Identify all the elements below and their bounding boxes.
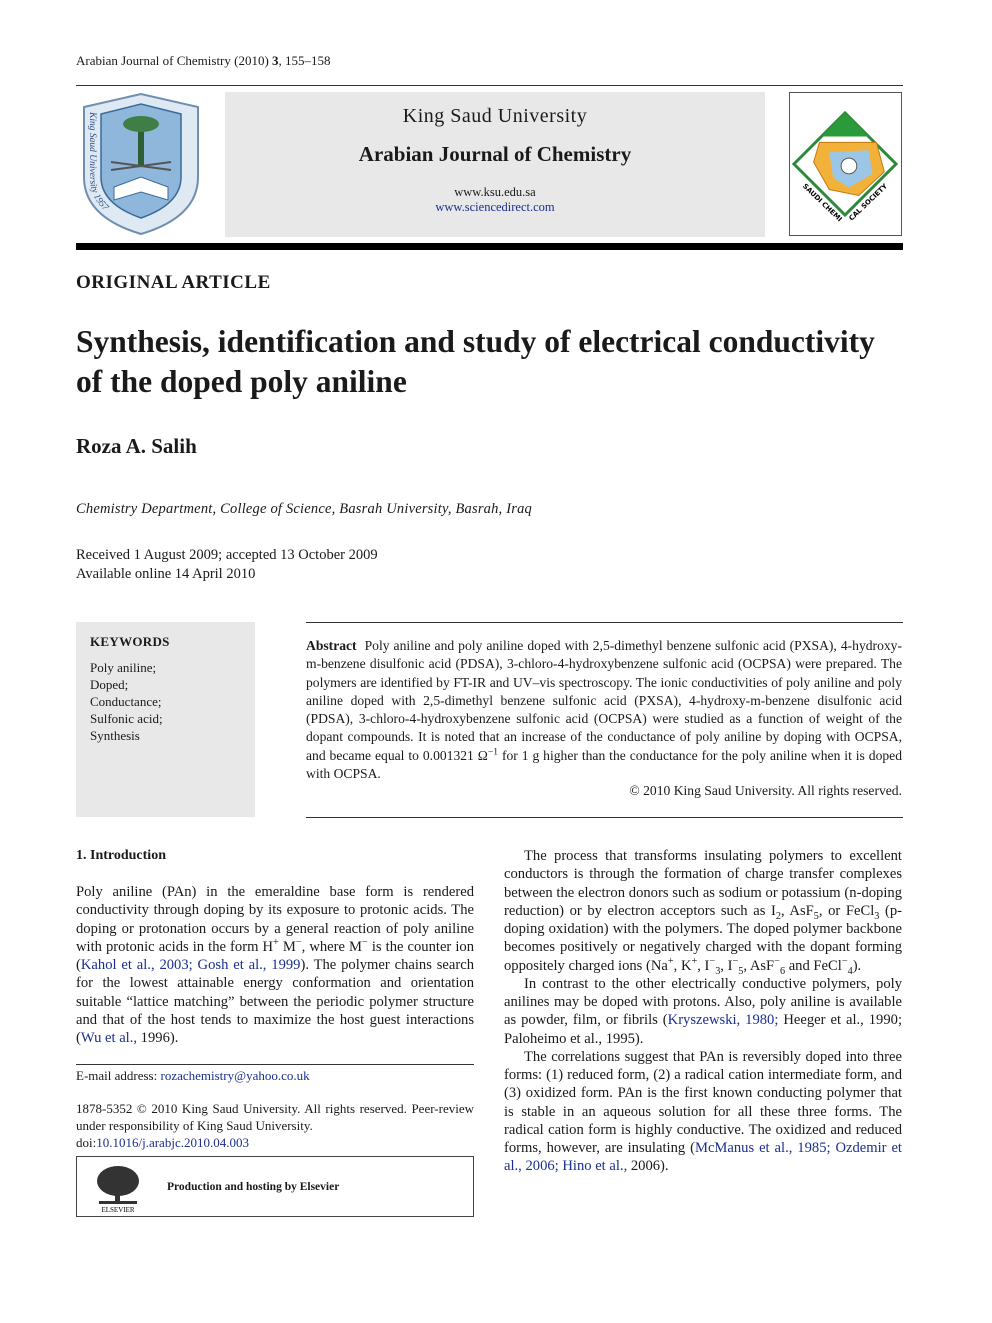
text: 1996). (137, 1030, 179, 1046)
journal-banner: King Saud University Arabian Journal of … (225, 92, 765, 237)
page: Arabian Journal of Chemistry (2010) 3, 1… (0, 0, 992, 1323)
author: Roza A. Salih (76, 434, 197, 458)
chemical-society-logo: SAUDI CHEMICAL SOCIETY (789, 92, 902, 236)
keywords-box: KEYWORDS Poly aniline; Doped; Conductanc… (76, 622, 255, 817)
university-name: King Saud University (402, 105, 588, 127)
text: ). (852, 957, 862, 974)
email-footnote: E-mail address: rozachemistry@yahoo.co.u… (76, 1068, 310, 1084)
abstract-text: Poly aniline and poly aniline doped with… (306, 638, 902, 763)
text: 2006). (627, 1158, 669, 1175)
sciencedirect-link[interactable]: www.sciencedirect.com (225, 200, 765, 215)
svg-text:ELSEVIER: ELSEVIER (101, 1206, 134, 1213)
email-label: E-mail address: (76, 1068, 161, 1083)
elsevier-box: ELSEVIER Production and hosting by Elsev… (76, 1156, 474, 1217)
doi-label: doi: (76, 1135, 97, 1150)
keyword: Doped; (90, 677, 129, 692)
section-heading: 1. Introduction (76, 848, 166, 863)
divider (306, 817, 903, 818)
article-title: Synthesis, identification and study of e… (76, 324, 875, 399)
text: M (278, 938, 296, 955)
superscript: −1 (487, 747, 499, 758)
abstract-label: Abstract (306, 638, 357, 653)
thick-divider (76, 243, 903, 250)
left-column: Poly aniline (PAn) in the emeraldine bas… (76, 883, 474, 1047)
text: and FeCl (785, 957, 842, 974)
text: , AsF (780, 902, 814, 919)
abstract-copyright: © 2010 King Saud University. All rights … (629, 783, 902, 798)
keywords-heading: KEYWORDS (90, 634, 170, 649)
text: , I (720, 957, 733, 974)
paragraph: In contrast to the other electrically co… (504, 975, 902, 1048)
article-type: ORIGINAL ARTICLE (76, 272, 271, 293)
journal-citation: Arabian Journal of Chemistry (2010) (76, 53, 273, 68)
issn-text: 1878-5352 © 2010 King Saud University. A… (76, 1101, 474, 1133)
ksu-logo: King Saud University 1957 (83, 92, 199, 236)
keyword: Poly aniline; (90, 660, 157, 675)
citation-link[interactable]: Kahol et al., 2003; Gosh et al., 1999 (81, 957, 301, 973)
citation-link[interactable]: Kryszewski, 1980; (668, 1012, 779, 1028)
divider (76, 85, 903, 86)
text: , I (697, 957, 710, 974)
elsevier-logo: ELSEVIER (97, 1166, 139, 1213)
online-date: Available online 14 April 2010 (76, 566, 256, 582)
issn-footnote: 1878-5352 © 2010 King Saud University. A… (76, 1100, 474, 1151)
paragraph: The process that transforms insulating p… (504, 847, 902, 976)
keyword: Synthesis (90, 728, 140, 743)
abstract: Abstract Poly aniline and poly aniline do… (306, 637, 902, 783)
affiliation: Chemistry Department, College of Science… (76, 501, 532, 517)
text: , where M (301, 938, 363, 955)
elsevier-text: Production and hosting by Elsevier (167, 1181, 340, 1193)
keyword: Conductance; (90, 694, 162, 709)
article-dates: Received 1 August 2009; accepted 13 Octo… (76, 546, 378, 584)
citation-link[interactable]: Wu et al., (81, 1030, 137, 1046)
text: , K (673, 957, 692, 974)
text: , or FeCl (818, 902, 875, 919)
doi-link[interactable]: 10.1016/j.arabjc.2010.04.003 (96, 1135, 249, 1150)
ksu-website[interactable]: www.ksu.edu.sa (225, 185, 765, 200)
received-date: Received 1 August 2009; accepted 13 Octo… (76, 547, 378, 563)
right-column: The process that transforms insulating p… (504, 847, 902, 1176)
footnote-divider (76, 1064, 474, 1065)
paragraph: Poly aniline (PAn) in the emeraldine bas… (76, 883, 474, 1047)
divider (306, 622, 903, 623)
email-link[interactable]: rozachemistry@yahoo.co.uk (160, 1068, 309, 1083)
pages: , 155–158 (278, 53, 331, 68)
journal-name: Arabian Journal of Chemistry (358, 142, 632, 166)
keyword: Sulfonic acid; (90, 711, 163, 726)
running-head: Arabian Journal of Chemistry (2010) 3, 1… (76, 53, 331, 69)
text: , AsF (743, 957, 775, 974)
paragraph: The correlations suggest that PAn is rev… (504, 1048, 902, 1176)
